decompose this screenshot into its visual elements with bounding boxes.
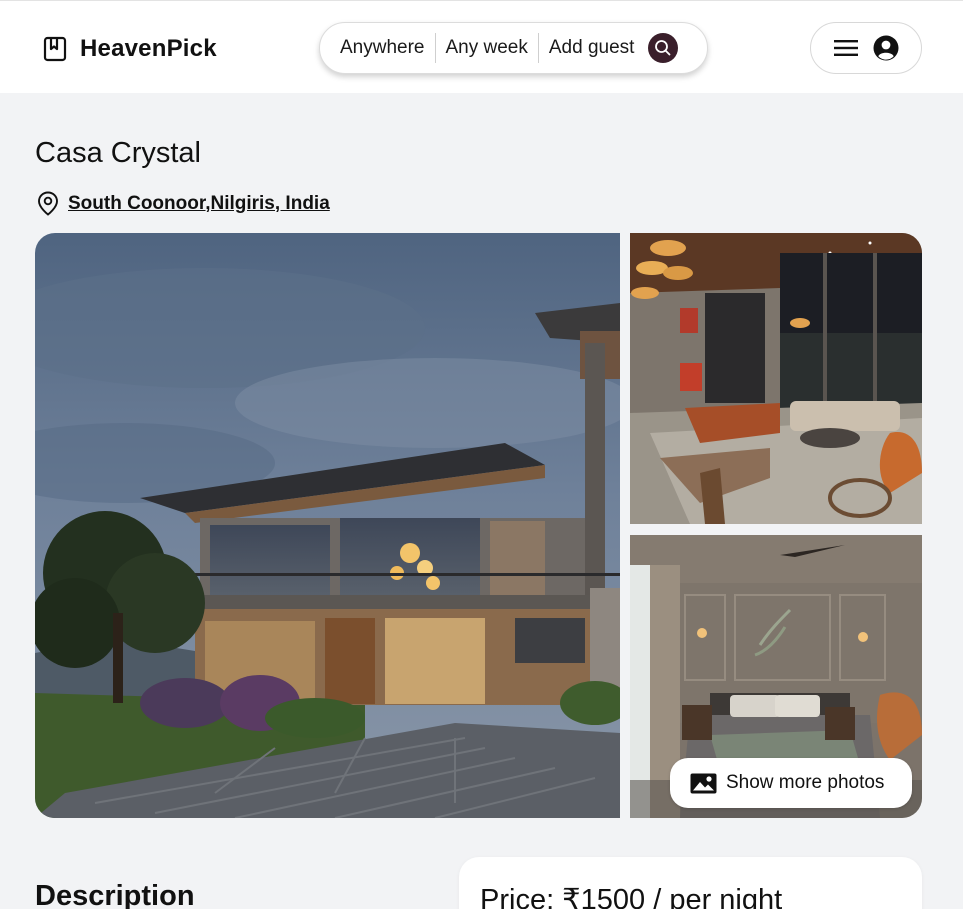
user-menu-button[interactable]: [810, 22, 922, 74]
villa-exterior-photo[interactable]: [35, 233, 620, 818]
listing-title: Casa Crystal: [35, 137, 201, 169]
search-dates[interactable]: Any week: [436, 37, 538, 59]
hamburger-icon: [833, 40, 858, 56]
description-heading: Description: [35, 880, 195, 909]
price-label: Price: ₹1500 / per night: [480, 884, 783, 909]
search-icon: [655, 40, 671, 56]
living-room-photo[interactable]: [630, 233, 922, 524]
image-icon: [690, 773, 717, 793]
search-button[interactable]: [648, 33, 679, 63]
search-location[interactable]: Anywhere: [320, 37, 435, 59]
listing-location: South Coonoor,Nilgiris, India: [37, 191, 330, 216]
show-more-photos-label: Show more photos: [726, 772, 885, 793]
price-card: Price: ₹1500 / per night: [459, 857, 922, 909]
brand-name: HeavenPick: [80, 35, 217, 62]
search-bar[interactable]: Anywhere Any week Add guest: [319, 22, 708, 74]
user-circle-icon: [873, 35, 898, 61]
top-nav-bar: HeavenPick Anywhere Any week Add guest: [0, 0, 963, 93]
show-more-photos-button[interactable]: Show more photos: [670, 758, 912, 808]
photo-gallery: [35, 233, 922, 818]
location-link[interactable]: South Coonoor,Nilgiris, India: [68, 193, 330, 215]
search-guests[interactable]: Add guest: [539, 37, 645, 59]
map-pin-icon: [38, 191, 58, 216]
brand-logo[interactable]: HeavenPick: [42, 35, 217, 63]
bookmark-icon: [43, 36, 67, 62]
